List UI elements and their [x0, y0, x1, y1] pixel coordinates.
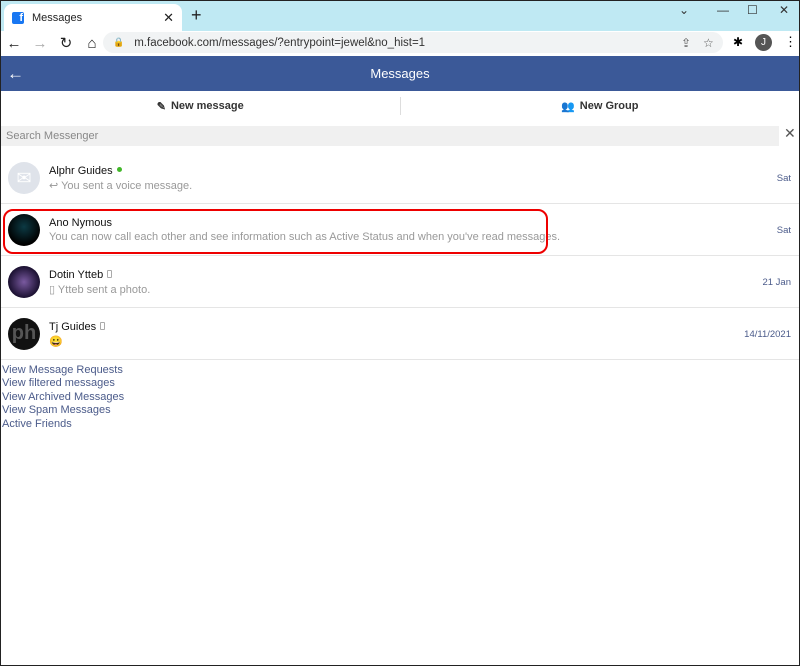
- extensions-icon[interactable]: ✱: [733, 35, 743, 49]
- message-snippet: You sent a voice message.: [61, 180, 193, 192]
- highlight-outline: [3, 209, 548, 254]
- tab-bar: f Messages ✕ + ⌄ — ☐ ✕: [1, 1, 799, 31]
- reply-icon: ↩: [49, 180, 62, 192]
- message-date: 14/11/2021: [744, 329, 791, 340]
- menu-icon[interactable]: ⋮: [784, 34, 797, 50]
- tab-title: Messages: [32, 11, 83, 24]
- conversation-row[interactable]: ✉ Alphr Guides ↩ You sent a voice messag…: [1, 153, 799, 204]
- message-snippet: Ytteb sent a photo.: [57, 284, 151, 296]
- messages-header: ← Messages: [1, 56, 799, 91]
- message-requests-link[interactable]: View Message Requests: [2, 364, 124, 377]
- bookmark-star-icon[interactable]: ☆: [703, 36, 714, 50]
- conversation-row[interactable]: Dotin Ytteb ▯ Ytteb sent a photo. 21 Jan: [1, 257, 799, 308]
- message-date: 21 Jan: [762, 277, 791, 288]
- close-window-button[interactable]: ✕: [779, 3, 789, 17]
- address-bar[interactable]: 🔒 m.facebook.com/messages/?entrypoint=je…: [103, 32, 723, 53]
- tab-search-icon[interactable]: ⌄: [679, 3, 689, 17]
- page-title: Messages: [370, 66, 430, 81]
- online-indicator: [116, 167, 122, 172]
- url-text: m.facebook.com/messages/?entrypoint=jewe…: [134, 36, 426, 49]
- browser-tab[interactable]: f Messages ✕: [4, 4, 182, 31]
- mobile-icon: [100, 322, 106, 330]
- new-message-button[interactable]: ✎ New message: [1, 97, 401, 115]
- message-date: Sat: [776, 225, 791, 236]
- compose-icon: ✎: [156, 100, 166, 113]
- contact-name: Dotin Ytteb: [49, 269, 104, 281]
- new-group-button[interactable]: 👥 New Group: [401, 91, 800, 121]
- facebook-icon: f: [12, 11, 24, 24]
- contact-avatar: ph: [8, 318, 40, 350]
- contact-avatar: [8, 266, 40, 298]
- spam-messages-link[interactable]: View Spam Messages: [2, 404, 124, 417]
- envelope-avatar: ✉: [8, 162, 40, 194]
- action-bar: ✎ New message 👥 New Group: [1, 91, 799, 121]
- maximize-button[interactable]: ☐: [747, 3, 758, 17]
- contact-name: Alphr Guides: [49, 165, 113, 177]
- message-date: Sat: [776, 173, 791, 184]
- profile-avatar[interactable]: J: [755, 34, 772, 51]
- close-tab-icon[interactable]: ✕: [163, 10, 174, 26]
- share-icon[interactable]: ⇪: [681, 36, 691, 50]
- message-snippet: 😀: [49, 336, 63, 348]
- mobile-icon: [107, 270, 113, 278]
- new-message-label: New message: [170, 100, 244, 112]
- browser-toolbar: ← → ↻ ⌂ 🔒 m.facebook.com/messages/?entry…: [1, 31, 799, 55]
- forward-icon[interactable]: →: [27, 35, 53, 52]
- reload-icon[interactable]: ↻: [53, 34, 79, 52]
- close-search-icon[interactable]: ✕: [784, 125, 796, 142]
- attachment-icon: ▯: [49, 284, 58, 296]
- minimize-button[interactable]: —: [717, 3, 729, 17]
- footer-links: View Message Requests View filtered mess…: [2, 364, 124, 431]
- group-icon: 👥: [561, 100, 575, 113]
- filtered-messages-link[interactable]: View filtered messages: [2, 377, 124, 390]
- home-icon[interactable]: ⌂: [79, 35, 105, 52]
- search-input[interactable]: Search Messenger: [1, 126, 779, 146]
- contact-name: Tj Guides: [49, 321, 97, 333]
- archived-messages-link[interactable]: View Archived Messages: [2, 391, 124, 404]
- conversation-row[interactable]: ph Tj Guides 😀 14/11/2021: [1, 309, 799, 360]
- new-tab-button[interactable]: +: [191, 5, 202, 26]
- lock-icon: 🔒: [113, 37, 125, 47]
- back-arrow-icon[interactable]: ←: [7, 64, 24, 84]
- back-icon[interactable]: ←: [1, 35, 27, 52]
- active-friends-link[interactable]: Active Friends: [2, 418, 124, 431]
- new-group-label: New Group: [579, 100, 639, 112]
